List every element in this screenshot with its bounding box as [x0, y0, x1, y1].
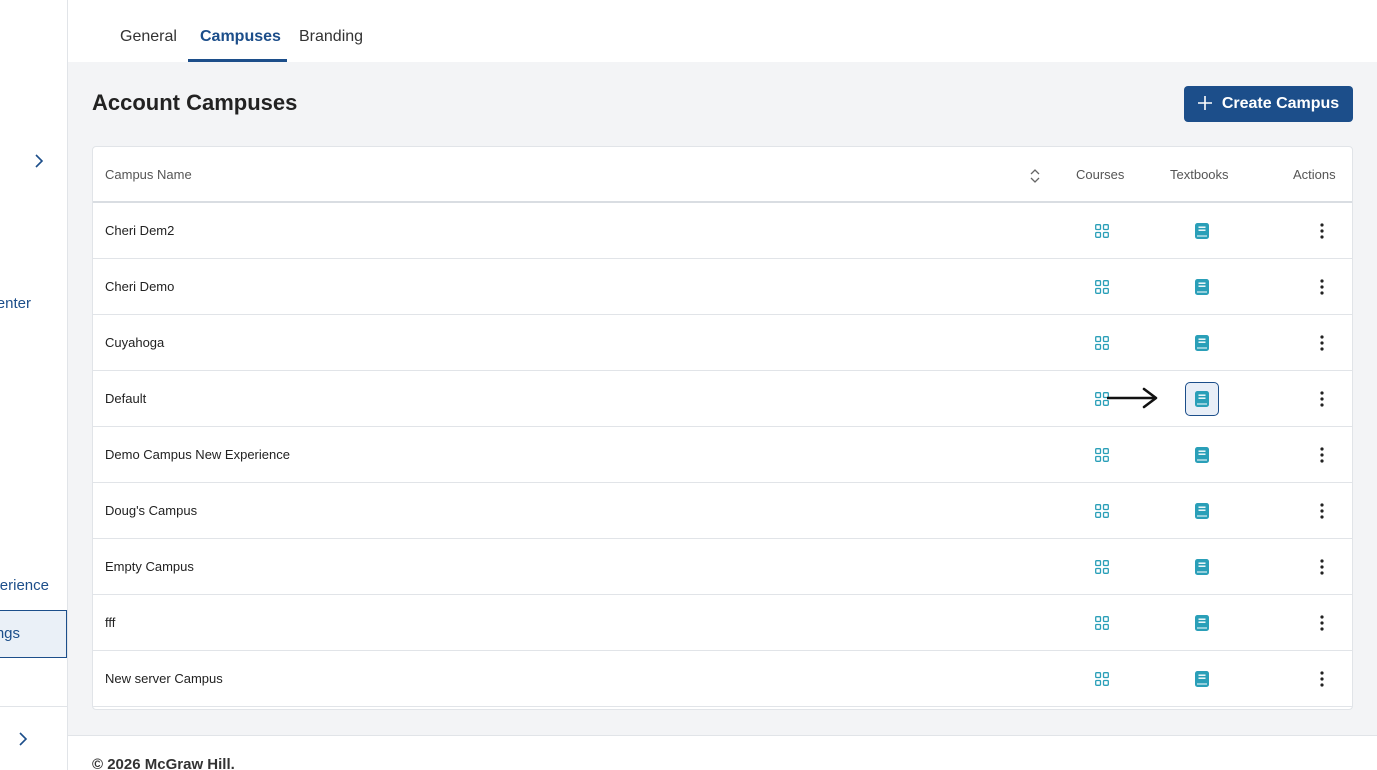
- campus-name[interactable]: Default: [105, 391, 146, 406]
- annotation-arrow: [1107, 387, 1158, 409]
- create-campus-button[interactable]: Create Campus: [1184, 86, 1353, 122]
- textbooks-book-icon[interactable]: [1185, 270, 1219, 304]
- courses-grid-icon[interactable]: [1085, 214, 1119, 248]
- plus-icon: [1197, 94, 1212, 114]
- campus-name[interactable]: Demo Campus New Experience: [105, 447, 290, 462]
- sidebar-item-label: ngs: [0, 625, 20, 642]
- textbooks-book-icon[interactable]: [1185, 382, 1219, 416]
- table-row: Demo Campus New Experience: [93, 427, 1352, 483]
- campus-name[interactable]: New server Campus: [105, 671, 223, 686]
- courses-grid-icon[interactable]: [1085, 270, 1119, 304]
- more-vertical-icon[interactable]: [1305, 606, 1339, 640]
- textbooks-book-icon[interactable]: [1185, 494, 1219, 528]
- more-vertical-icon[interactable]: [1305, 326, 1339, 360]
- campus-name[interactable]: fff: [105, 615, 115, 630]
- table-row: New server Campus: [93, 651, 1352, 707]
- campus-name[interactable]: Doug's Campus: [105, 503, 197, 518]
- sidebar-item-label[interactable]: enter: [0, 295, 31, 312]
- create-campus-label: Create Campus: [1221, 95, 1340, 112]
- courses-grid-icon[interactable]: [1085, 494, 1119, 528]
- sort-icon[interactable]: [1029, 167, 1041, 185]
- column-header-textbooks: Textbooks: [1170, 167, 1229, 182]
- courses-grid-icon[interactable]: [1085, 662, 1119, 696]
- sidebar: enter erience ngs: [0, 0, 68, 770]
- tab-branding[interactable]: Branding: [287, 14, 375, 62]
- textbooks-book-icon[interactable]: [1185, 438, 1219, 472]
- sidebar-item-label[interactable]: erience: [0, 577, 49, 594]
- tab-general[interactable]: General: [108, 14, 189, 62]
- table-row: Cheri Demo: [93, 259, 1352, 315]
- sidebar-item-active[interactable]: ngs: [0, 610, 67, 658]
- tab-bar: General Campuses Branding: [68, 0, 1377, 62]
- table-row: Doug's Campus: [93, 483, 1352, 539]
- table-row: Cheri Dem2: [93, 203, 1352, 259]
- courses-grid-icon[interactable]: [1085, 550, 1119, 584]
- textbooks-book-icon[interactable]: [1185, 606, 1219, 640]
- footer: © 2026 McGraw Hill.: [68, 735, 1377, 770]
- campus-name[interactable]: Cheri Dem2: [105, 223, 174, 238]
- courses-grid-icon[interactable]: [1085, 606, 1119, 640]
- more-vertical-icon[interactable]: [1305, 270, 1339, 304]
- campus-name[interactable]: Cuyahoga: [105, 335, 164, 350]
- tab-campuses[interactable]: Campuses: [188, 14, 287, 62]
- column-header-campus-name[interactable]: Campus Name: [105, 167, 192, 182]
- textbooks-book-icon[interactable]: [1185, 326, 1219, 360]
- campuses-table: Campus Name Courses Textbooks Actions Ch…: [92, 146, 1353, 710]
- column-header-courses: Courses: [1076, 167, 1125, 182]
- more-vertical-icon[interactable]: [1305, 438, 1339, 472]
- textbooks-book-icon[interactable]: [1185, 214, 1219, 248]
- more-vertical-icon[interactable]: [1305, 662, 1339, 696]
- main-content: General Campuses Branding Account Campus…: [68, 0, 1377, 770]
- courses-grid-icon[interactable]: [1085, 326, 1119, 360]
- page-title: Account Campuses: [92, 90, 298, 115]
- more-vertical-icon[interactable]: [1305, 550, 1339, 584]
- more-vertical-icon[interactable]: [1305, 382, 1339, 416]
- column-header-actions: Actions: [1293, 167, 1336, 182]
- campus-name[interactable]: Empty Campus: [105, 559, 194, 574]
- textbooks-book-icon[interactable]: [1185, 550, 1219, 584]
- table-row: Empty Campus: [93, 539, 1352, 595]
- textbooks-book-icon[interactable]: [1185, 662, 1219, 696]
- table-row: Default: [93, 371, 1352, 427]
- app: enter erience ngs General Campuses Brand…: [0, 0, 1377, 770]
- table-row: fff: [93, 595, 1352, 651]
- campus-name[interactable]: Cheri Demo: [105, 279, 174, 294]
- table-header: Campus Name Courses Textbooks Actions: [93, 147, 1352, 203]
- more-vertical-icon[interactable]: [1305, 494, 1339, 528]
- chevron-right-icon[interactable]: [29, 151, 49, 171]
- table-row: Cuyahoga: [93, 315, 1352, 371]
- more-vertical-icon[interactable]: [1305, 214, 1339, 248]
- copyright-text: © 2026 McGraw Hill.: [92, 756, 235, 770]
- courses-grid-icon[interactable]: [1085, 438, 1119, 472]
- sidebar-divider: [0, 706, 67, 707]
- chevron-right-icon[interactable]: [13, 729, 33, 749]
